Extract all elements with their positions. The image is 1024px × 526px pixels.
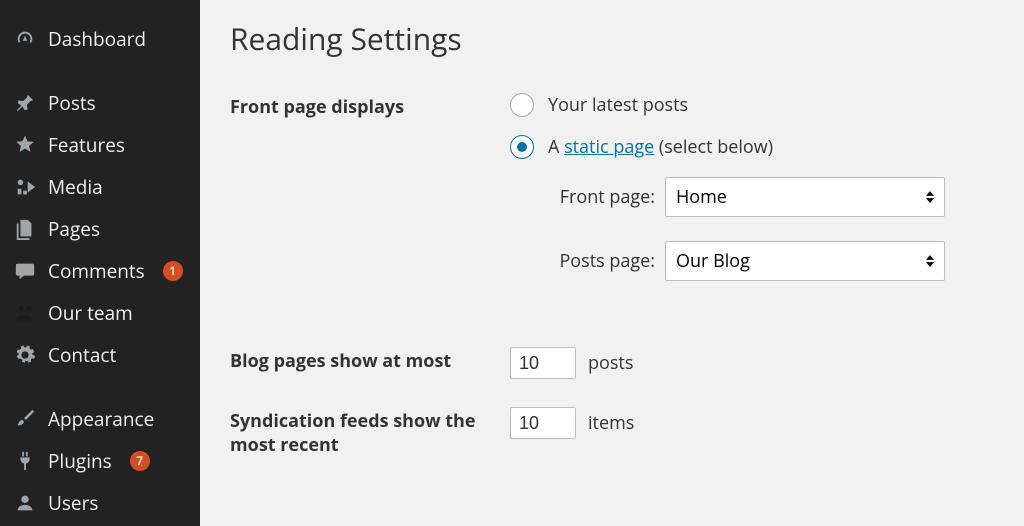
front-page-select[interactable]: Home: [665, 177, 945, 217]
blog-pages-label: Blog pages show at most: [230, 347, 510, 373]
sidebar-item-label: Our team: [48, 303, 133, 324]
sidebar-item-contact[interactable]: Contact: [0, 334, 200, 376]
media-icon: [14, 176, 36, 198]
select-value: Home: [676, 185, 727, 209]
user-icon: [14, 492, 36, 514]
sidebar-item-posts[interactable]: Posts: [0, 82, 200, 124]
sidebar-item-label: Plugins: [48, 451, 112, 472]
sidebar-item-features[interactable]: Features: [0, 124, 200, 166]
sidebar-item-label: Users: [48, 493, 98, 514]
select-caret-icon: [926, 255, 934, 268]
sidebar-item-pages[interactable]: Pages: [0, 208, 200, 250]
sidebar-item-media[interactable]: Media: [0, 166, 200, 208]
dashboard-icon: [14, 28, 36, 50]
sidebar-item-label: Contact: [48, 345, 116, 366]
radio-icon[interactable]: [510, 93, 534, 117]
sidebar-item-label: Dashboard: [48, 29, 146, 50]
sidebar-item-label: Features: [48, 135, 125, 156]
sidebar-item-dashboard[interactable]: Dashboard: [0, 18, 200, 60]
posts-page-select[interactable]: Our Blog: [665, 241, 945, 281]
star-icon: [14, 134, 36, 156]
radio-icon[interactable]: [510, 135, 534, 159]
front-page-select-label: Front page:: [540, 185, 665, 209]
plug-icon: [14, 450, 36, 472]
plugins-badge: 7: [130, 451, 150, 471]
sidebar-item-appearance[interactable]: Appearance: [0, 398, 200, 440]
select-caret-icon: [926, 191, 934, 204]
pin-icon: [14, 92, 36, 114]
radio-label: Your latest posts: [548, 93, 688, 117]
sidebar-item-our-team[interactable]: Our team: [0, 292, 200, 334]
sidebar-item-users[interactable]: Users: [0, 482, 200, 524]
admin-sidebar: Dashboard Posts Features Media Pages Com…: [0, 0, 200, 526]
sidebar-item-label: Media: [48, 177, 103, 198]
team-icon: [14, 302, 36, 324]
sidebar-item-label: Pages: [48, 219, 100, 240]
blog-pages-input[interactable]: [510, 347, 576, 379]
posts-page-select-label: Posts page:: [540, 249, 665, 273]
select-value: Our Blog: [676, 249, 750, 273]
sidebar-item-comments[interactable]: Comments 1: [0, 250, 200, 292]
feeds-input[interactable]: [510, 407, 576, 439]
radio-label: A static page (select below): [548, 135, 773, 159]
sidebar-item-plugins[interactable]: Plugins 7: [0, 440, 200, 482]
sidebar-item-label: Posts: [48, 93, 96, 114]
gear-icon: [14, 344, 36, 366]
comments-badge: 1: [163, 261, 183, 281]
radio-static-page[interactable]: A static page (select below): [510, 135, 996, 159]
feeds-label: Syndication feeds show the most recent: [230, 407, 510, 458]
feeds-unit: items: [588, 411, 634, 435]
page-title: Reading Settings: [230, 18, 996, 59]
radio-latest-posts[interactable]: Your latest posts: [510, 93, 996, 117]
sidebar-item-label: Appearance: [48, 409, 154, 430]
brush-icon: [14, 408, 36, 430]
sidebar-item-label: Comments: [48, 261, 145, 282]
comment-icon: [14, 260, 36, 282]
front-page-section-label: Front page displays: [230, 93, 510, 119]
static-page-link[interactable]: static page: [564, 135, 654, 159]
pages-icon: [14, 218, 36, 240]
main-content: Reading Settings Front page displays You…: [200, 0, 1024, 526]
blog-pages-unit: posts: [588, 351, 633, 375]
